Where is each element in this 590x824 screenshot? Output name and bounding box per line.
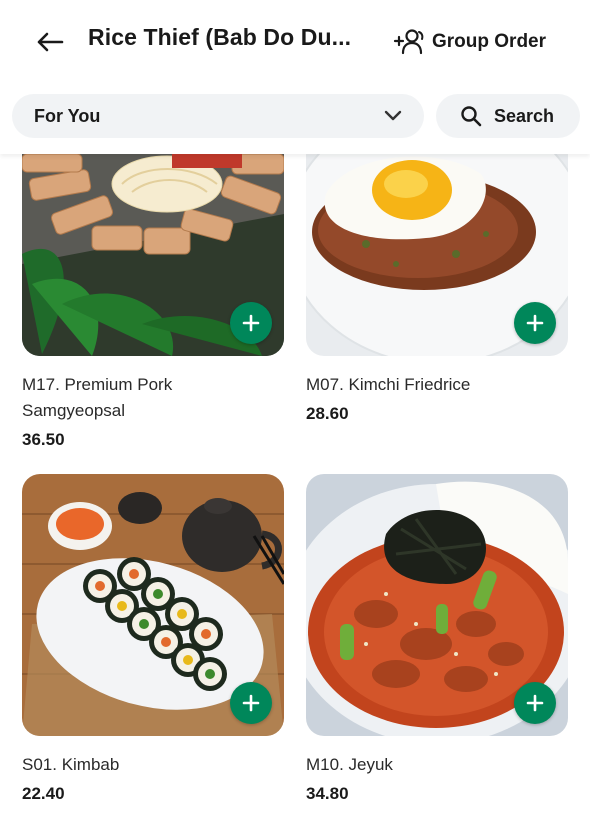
category-dropdown[interactable]: For You [12, 94, 424, 138]
menu-item-price: 36.50 [22, 430, 65, 449]
group-add-icon [393, 29, 424, 55]
menu-item-name: M17. Premium Pork Samgyeopsal [22, 375, 173, 420]
plus-icon [242, 694, 260, 712]
menu-item-name: M07. Kimchi Friedrice [306, 375, 471, 394]
menu-item-card[interactable]: M10. Jeyuk 34.80 [306, 474, 568, 804]
add-to-cart-button[interactable] [230, 302, 272, 344]
menu-item-price: 28.60 [306, 404, 349, 423]
menu-item-price: 34.80 [306, 784, 349, 803]
menu-item-card[interactable]: M17. Premium Pork Samgyeopsal 36.50 [22, 154, 284, 450]
arrow-left-icon [37, 32, 64, 52]
menu-item-card[interactable]: M07. Kimchi Friedrice 28.60 [306, 154, 568, 424]
menu-grid: M17. Premium Pork Samgyeopsal 36.50 M07.… [0, 154, 590, 824]
menu-item-price: 22.40 [22, 784, 65, 803]
menu-item-photo [22, 474, 284, 736]
plus-icon [526, 314, 544, 332]
menu-item-name: S01. Kimbab [22, 755, 120, 774]
add-to-cart-button[interactable] [514, 302, 556, 344]
filter-bar: For You Search [0, 84, 590, 154]
search-icon [461, 106, 482, 127]
plus-icon [526, 694, 544, 712]
menu-item-card[interactable]: S01. Kimbab 22.40 [22, 474, 284, 804]
search-button[interactable]: Search [436, 94, 580, 138]
top-header: Rice Thief (Bab Do Du... Group Order [0, 0, 590, 84]
restaurant-title: Rice Thief (Bab Do Du... [88, 24, 352, 50]
search-label: Search [494, 105, 555, 126]
menu-item-photo [306, 154, 568, 356]
category-dropdown-value: For You [34, 105, 101, 126]
menu-item-photo [306, 474, 568, 736]
back-button[interactable] [34, 26, 66, 58]
chevron-down-icon [384, 110, 402, 121]
group-order-button[interactable]: Group Order [392, 24, 546, 60]
menu-item-name: M10. Jeyuk [306, 755, 393, 774]
add-to-cart-button[interactable] [514, 682, 556, 724]
group-order-label: Group Order [432, 31, 547, 52]
menu-item-photo [22, 154, 284, 356]
add-to-cart-button[interactable] [230, 682, 272, 724]
plus-icon [242, 314, 260, 332]
